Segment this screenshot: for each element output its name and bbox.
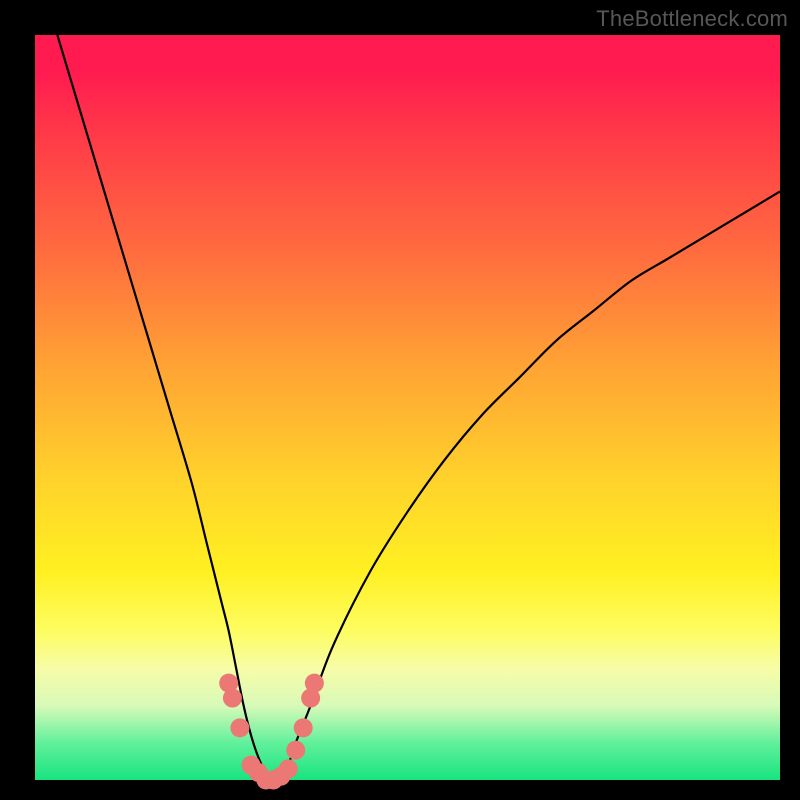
curve-marker xyxy=(230,718,249,737)
curve-marker xyxy=(279,759,298,778)
curve-marker xyxy=(305,674,324,693)
curve-marker xyxy=(286,741,305,760)
watermark-text: TheBottleneck.com xyxy=(596,6,788,32)
curve-marker xyxy=(223,689,242,708)
curve-markers xyxy=(219,674,324,790)
curve-layer xyxy=(35,35,780,780)
curve-marker xyxy=(294,718,313,737)
chart-frame: TheBottleneck.com xyxy=(0,0,800,800)
bottleneck-curve xyxy=(57,35,780,781)
